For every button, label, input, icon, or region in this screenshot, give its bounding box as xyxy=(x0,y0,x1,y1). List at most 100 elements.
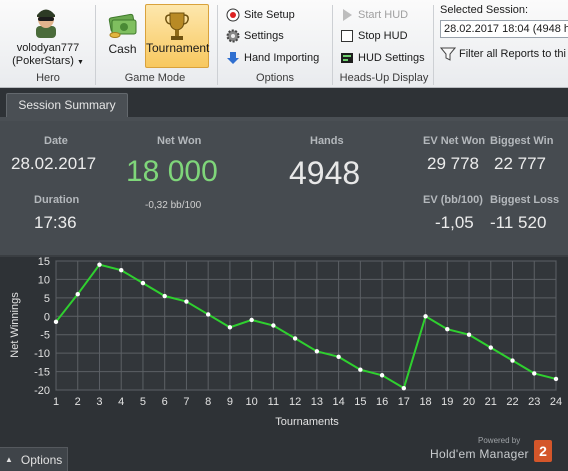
net-won-bb: -0,32 bb/100 xyxy=(145,200,202,211)
site-setup-icon xyxy=(226,8,240,22)
game-mode-group-caption: Game Mode xyxy=(124,72,186,84)
x-tick-label: 17 xyxy=(398,396,410,408)
play-icon xyxy=(340,8,354,22)
brand-name: Hold'em Manager xyxy=(430,447,529,461)
chart-xlabel: Tournaments xyxy=(275,416,339,428)
y-tick-label: 15 xyxy=(38,257,50,268)
hero-group-caption: Hero xyxy=(36,72,60,84)
data-point xyxy=(401,385,407,391)
x-tick-label: 9 xyxy=(227,396,233,408)
y-tick-label: -10 xyxy=(34,348,50,360)
net-won-value: 18 000 xyxy=(126,155,218,188)
tournament-button[interactable]: Tournament xyxy=(145,4,209,68)
biggest-loss-label: Biggest Loss xyxy=(490,194,560,206)
tab-session-summary[interactable]: Session Summary xyxy=(6,93,128,118)
ev-bb-value: -1,05 xyxy=(435,213,474,232)
duration-value: 17:36 xyxy=(34,213,77,232)
gear-icon xyxy=(226,29,240,43)
filter-reports-button[interactable]: Filter all Reports to thi xyxy=(439,46,566,62)
x-tick-label: 4 xyxy=(118,396,124,408)
selected-session-title: Selected Session: xyxy=(440,4,529,16)
data-point xyxy=(75,291,80,297)
options-button[interactable]: ▲ Options xyxy=(0,447,68,471)
ev-net-won-label: EV Net Won xyxy=(423,135,486,147)
tab-strip: Session Summary xyxy=(0,88,568,118)
stop-hud-button[interactable]: Stop HUD xyxy=(340,27,408,45)
x-tick-label: 18 xyxy=(419,396,431,408)
divider xyxy=(217,5,218,85)
start-hud-button[interactable]: Start HUD xyxy=(340,6,408,24)
hand-importing-label: Hand Importing xyxy=(244,52,320,64)
brand-logo-badge: 2 xyxy=(534,440,552,462)
chevron-down-icon: ▼ xyxy=(76,59,84,66)
data-point xyxy=(532,371,537,376)
data-point xyxy=(292,336,298,341)
hud-group-caption: Heads-Up Display xyxy=(339,72,429,84)
ribbon-toolbar: volodyan777 (PokerStars) ▼ Hero Cash Tou… xyxy=(0,0,568,88)
hand-importing-button[interactable]: Hand Importing xyxy=(226,49,319,67)
data-point xyxy=(379,373,385,378)
data-point xyxy=(119,268,124,273)
data-point xyxy=(162,293,167,299)
x-tick-label: 1 xyxy=(53,396,59,408)
data-point xyxy=(358,367,363,372)
x-tick-label: 20 xyxy=(463,396,475,408)
data-point xyxy=(336,354,341,360)
hands-label: Hands xyxy=(310,135,344,147)
chart-ylabel: Net Winnings xyxy=(9,292,21,358)
data-point xyxy=(466,332,472,337)
y-tick-label: 10 xyxy=(38,274,50,286)
x-tick-label: 14 xyxy=(332,396,344,408)
hero-name: volodyan777 xyxy=(16,42,80,54)
session-stats-panel: Date 28.02.2017 Duration 17:36 Net Won 1… xyxy=(0,121,568,257)
x-tick-label: 3 xyxy=(96,396,102,408)
filter-icon xyxy=(439,46,457,62)
x-tick-label: 5 xyxy=(140,396,146,408)
import-arrow-icon xyxy=(226,51,240,65)
x-tick-label: 19 xyxy=(441,396,453,408)
data-point xyxy=(97,262,102,267)
x-tick-label: 10 xyxy=(246,396,258,408)
y-tick-label: -5 xyxy=(40,330,50,342)
biggest-win-label: Biggest Win xyxy=(490,135,554,147)
y-tick-label: 5 xyxy=(44,293,50,305)
data-point xyxy=(314,349,320,354)
hero-avatar[interactable] xyxy=(30,4,62,38)
hud-settings-button[interactable]: HUD Settings xyxy=(340,49,425,67)
options-group-caption: Options xyxy=(256,72,294,84)
data-point xyxy=(184,299,189,304)
ev-net-won-value: 29 778 xyxy=(427,154,479,173)
chart-svg: Net Winnings Tournaments 151050-5-10-15-… xyxy=(9,257,562,428)
cash-icon xyxy=(108,13,136,38)
y-tick-label: -20 xyxy=(34,385,50,397)
site-setup-button[interactable]: Site Setup xyxy=(226,6,295,24)
session-select[interactable]: 28.02.2017 18:04 (4948 h xyxy=(440,20,568,38)
data-point xyxy=(445,326,450,332)
x-tick-label: 11 xyxy=(268,396,279,408)
x-tick-label: 8 xyxy=(205,396,211,408)
hero-selector[interactable]: volodyan777 (PokerStars) ▼ xyxy=(8,42,88,69)
x-tick-label: 22 xyxy=(506,396,518,408)
chart-plot-area xyxy=(55,260,557,391)
settings-button[interactable]: Settings xyxy=(226,27,284,45)
data-point xyxy=(423,314,428,319)
data-point xyxy=(510,358,515,363)
date-value: 28.02.2017 xyxy=(11,154,97,173)
data-point xyxy=(205,312,211,317)
divider xyxy=(95,5,96,85)
settings-label: Settings xyxy=(244,30,284,42)
data-point xyxy=(53,319,59,325)
cash-button[interactable]: Cash xyxy=(101,4,144,68)
x-tick-label: 7 xyxy=(183,396,189,408)
biggest-loss-value: -11 520 xyxy=(490,213,547,232)
data-point xyxy=(227,325,233,330)
y-tick-label: -15 xyxy=(34,367,50,379)
data-point xyxy=(271,323,276,328)
site-setup-label: Site Setup xyxy=(244,9,295,21)
hud-settings-icon xyxy=(340,51,354,65)
y-tick-label: 0 xyxy=(44,311,50,323)
data-point xyxy=(488,345,493,350)
net-won-label: Net Won xyxy=(157,135,202,147)
x-tick-label: 23 xyxy=(528,396,540,408)
x-tick-label: 21 xyxy=(485,396,497,408)
